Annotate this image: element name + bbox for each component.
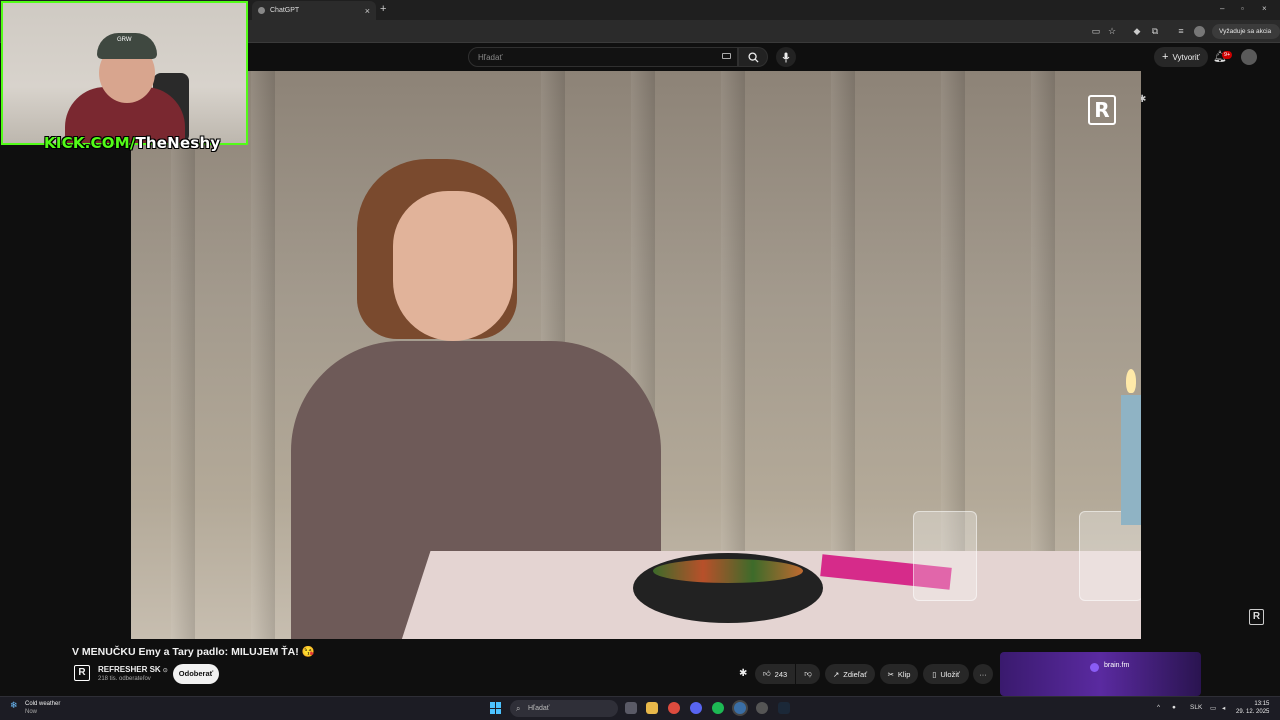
search-button[interactable] bbox=[738, 47, 768, 67]
webcam-feed: GRW bbox=[1, 1, 248, 145]
close-tab-icon[interactable]: × bbox=[365, 6, 370, 16]
update-label: Vyžaduje sa akcia bbox=[1219, 28, 1272, 35]
candle-flame bbox=[1126, 369, 1136, 393]
bookmark-icon: ▯ bbox=[932, 669, 937, 679]
taskbar-search[interactable]: ⌕ Hľadať bbox=[510, 700, 618, 717]
weather-title: Cold weather bbox=[25, 701, 61, 707]
microphone-tray-icon[interactable]: ● bbox=[1172, 704, 1176, 711]
video-title: V MENUČKU Emy a Tary padlo: MILUJEM ŤA! … bbox=[72, 646, 315, 658]
verified-icon: ⊙ bbox=[162, 668, 168, 674]
clip-button[interactable]: ✂ Klip bbox=[880, 664, 918, 684]
thumbs-up-icon: 👍︎ bbox=[762, 669, 771, 678]
ad-brand: brain.fm bbox=[1104, 662, 1130, 669]
extensions-puzzle-icon[interactable]: ⧉ bbox=[1149, 25, 1161, 37]
voice-search-button[interactable] bbox=[776, 47, 796, 67]
share-button[interactable]: ↗ Zdieľať bbox=[825, 664, 875, 684]
taskbar-search-icon: ⌕ bbox=[516, 704, 521, 713]
cap-logo: GRW bbox=[117, 37, 132, 43]
kick-prefix: KICK.COM/ bbox=[44, 134, 136, 152]
youtube-account-avatar[interactable] bbox=[1241, 49, 1257, 65]
bookmark-star-icon[interactable]: ☆ bbox=[1106, 25, 1118, 37]
close-window-icon[interactable]: × bbox=[1262, 4, 1267, 13]
screen: ChatGPT × + – ▫ × ▭ ☆ ◆ ⧉ ≡ Vyžaduje sa … bbox=[0, 0, 1280, 720]
curtain-fold bbox=[251, 71, 275, 639]
file-explorer-icon[interactable] bbox=[646, 702, 658, 714]
share-arrow-icon: ↗ bbox=[832, 669, 840, 679]
search-icon bbox=[747, 51, 759, 63]
language-indicator[interactable]: SLK bbox=[1190, 704, 1202, 711]
discord-icon[interactable] bbox=[690, 702, 702, 714]
subscriber-count: 218 tis. odberateľov bbox=[98, 676, 151, 682]
candle bbox=[1121, 395, 1141, 525]
person-face bbox=[393, 191, 513, 341]
update-required-button[interactable]: Vyžaduje sa akcia ⋮ bbox=[1212, 24, 1280, 50]
search-input[interactable]: Hľadať bbox=[468, 47, 738, 67]
thumbs-down-icon: 👎︎ bbox=[804, 669, 812, 678]
cast-icon[interactable]: ▭ bbox=[1090, 25, 1102, 37]
brainfm-logo-icon bbox=[1090, 663, 1099, 672]
steam-icon[interactable] bbox=[778, 702, 790, 714]
sparkle-icon[interactable]: ✱ bbox=[739, 668, 747, 679]
water-glass bbox=[913, 511, 977, 601]
minimize-icon[interactable]: – bbox=[1220, 4, 1224, 13]
spotify-icon[interactable] bbox=[712, 702, 724, 714]
plus-icon: + bbox=[1162, 51, 1169, 63]
video-player[interactable]: R bbox=[131, 71, 1141, 639]
scissors-icon: ✂ bbox=[887, 669, 894, 679]
weather-widget[interactable]: ❄ Cold weather Now bbox=[10, 700, 61, 716]
weather-icon: ❄ bbox=[10, 700, 18, 710]
save-label: Uložiť bbox=[940, 669, 960, 679]
channel-avatar[interactable]: R bbox=[74, 665, 90, 681]
reading-list-icon[interactable]: ≡ bbox=[1175, 25, 1187, 37]
create-button[interactable]: + Vytvoriť bbox=[1154, 47, 1208, 67]
kick-channel-label: KICK.COM/TheNeshy bbox=[44, 134, 220, 152]
network-icon[interactable]: ▭ bbox=[1210, 704, 1216, 712]
share-label: Zdieľať bbox=[843, 669, 868, 679]
taskbar-search-label: Hľadať bbox=[528, 705, 550, 712]
chatgpt-favicon-icon bbox=[258, 7, 265, 14]
tab-title: ChatGPT bbox=[270, 7, 300, 14]
like-count: 243 bbox=[774, 669, 788, 679]
clock-date: 29. 12. 2025 bbox=[1236, 709, 1270, 715]
volume-icon[interactable]: ◂ bbox=[1222, 704, 1225, 712]
dislike-button[interactable]: 👎︎ bbox=[796, 664, 820, 684]
clock-time: 13:15 bbox=[1254, 701, 1270, 707]
refresher-logo-icon: R bbox=[1088, 95, 1116, 125]
streamer-name: TheNeshy bbox=[135, 134, 221, 152]
channel-watermark-icon[interactable]: R bbox=[1249, 609, 1264, 625]
windows-start-icon[interactable] bbox=[490, 702, 502, 714]
extension-diamond-icon[interactable]: ◆ bbox=[1131, 25, 1143, 37]
notification-count-badge: 9+ bbox=[1222, 51, 1233, 59]
clip-label: Klip bbox=[897, 669, 911, 679]
weather-sub: Now bbox=[25, 709, 38, 715]
curtain-fold bbox=[171, 71, 195, 639]
obs-icon[interactable] bbox=[756, 702, 768, 714]
keyboard-icon[interactable] bbox=[722, 53, 731, 59]
new-tab-button[interactable]: + bbox=[380, 3, 386, 15]
taskbar-clock[interactable]: 13:15 29. 12. 2025 bbox=[1236, 700, 1269, 716]
maximize-icon[interactable]: ▫ bbox=[1241, 4, 1244, 13]
chrome-active-icon[interactable] bbox=[734, 702, 746, 714]
like-button[interactable]: 👍︎ 243 bbox=[755, 664, 795, 684]
channel-name[interactable]: REFRESHER SK ⊙ bbox=[98, 665, 168, 674]
streamer-cap: GRW bbox=[97, 33, 157, 59]
webcam-overlay: GRW KICK.COM/TheNeshy bbox=[0, 0, 250, 152]
save-button[interactable]: ▯ Uložiť bbox=[923, 664, 969, 684]
browser-tab-chatgpt[interactable]: ChatGPT × bbox=[252, 1, 376, 20]
browser-profile-avatar[interactable] bbox=[1194, 26, 1205, 37]
microphone-icon bbox=[782, 52, 790, 62]
chrome-icon[interactable] bbox=[668, 702, 680, 714]
create-label: Vytvoriť bbox=[1172, 52, 1200, 62]
task-view-icon[interactable] bbox=[625, 702, 637, 714]
more-actions-button[interactable]: ··· bbox=[973, 664, 993, 684]
channel-name-text: REFRESHER SK bbox=[98, 665, 161, 674]
brainfm-ad-panel[interactable]: brain.fm bbox=[1000, 652, 1201, 696]
subscribe-button[interactable]: Odoberať bbox=[173, 664, 219, 684]
salad bbox=[653, 559, 803, 583]
tray-overflow-icon[interactable]: ^ bbox=[1157, 704, 1160, 711]
windows-taskbar: ❄ Cold weather Now ⌕ Hľadať ^ ● SLK ▭ ◂ … bbox=[0, 696, 1280, 720]
